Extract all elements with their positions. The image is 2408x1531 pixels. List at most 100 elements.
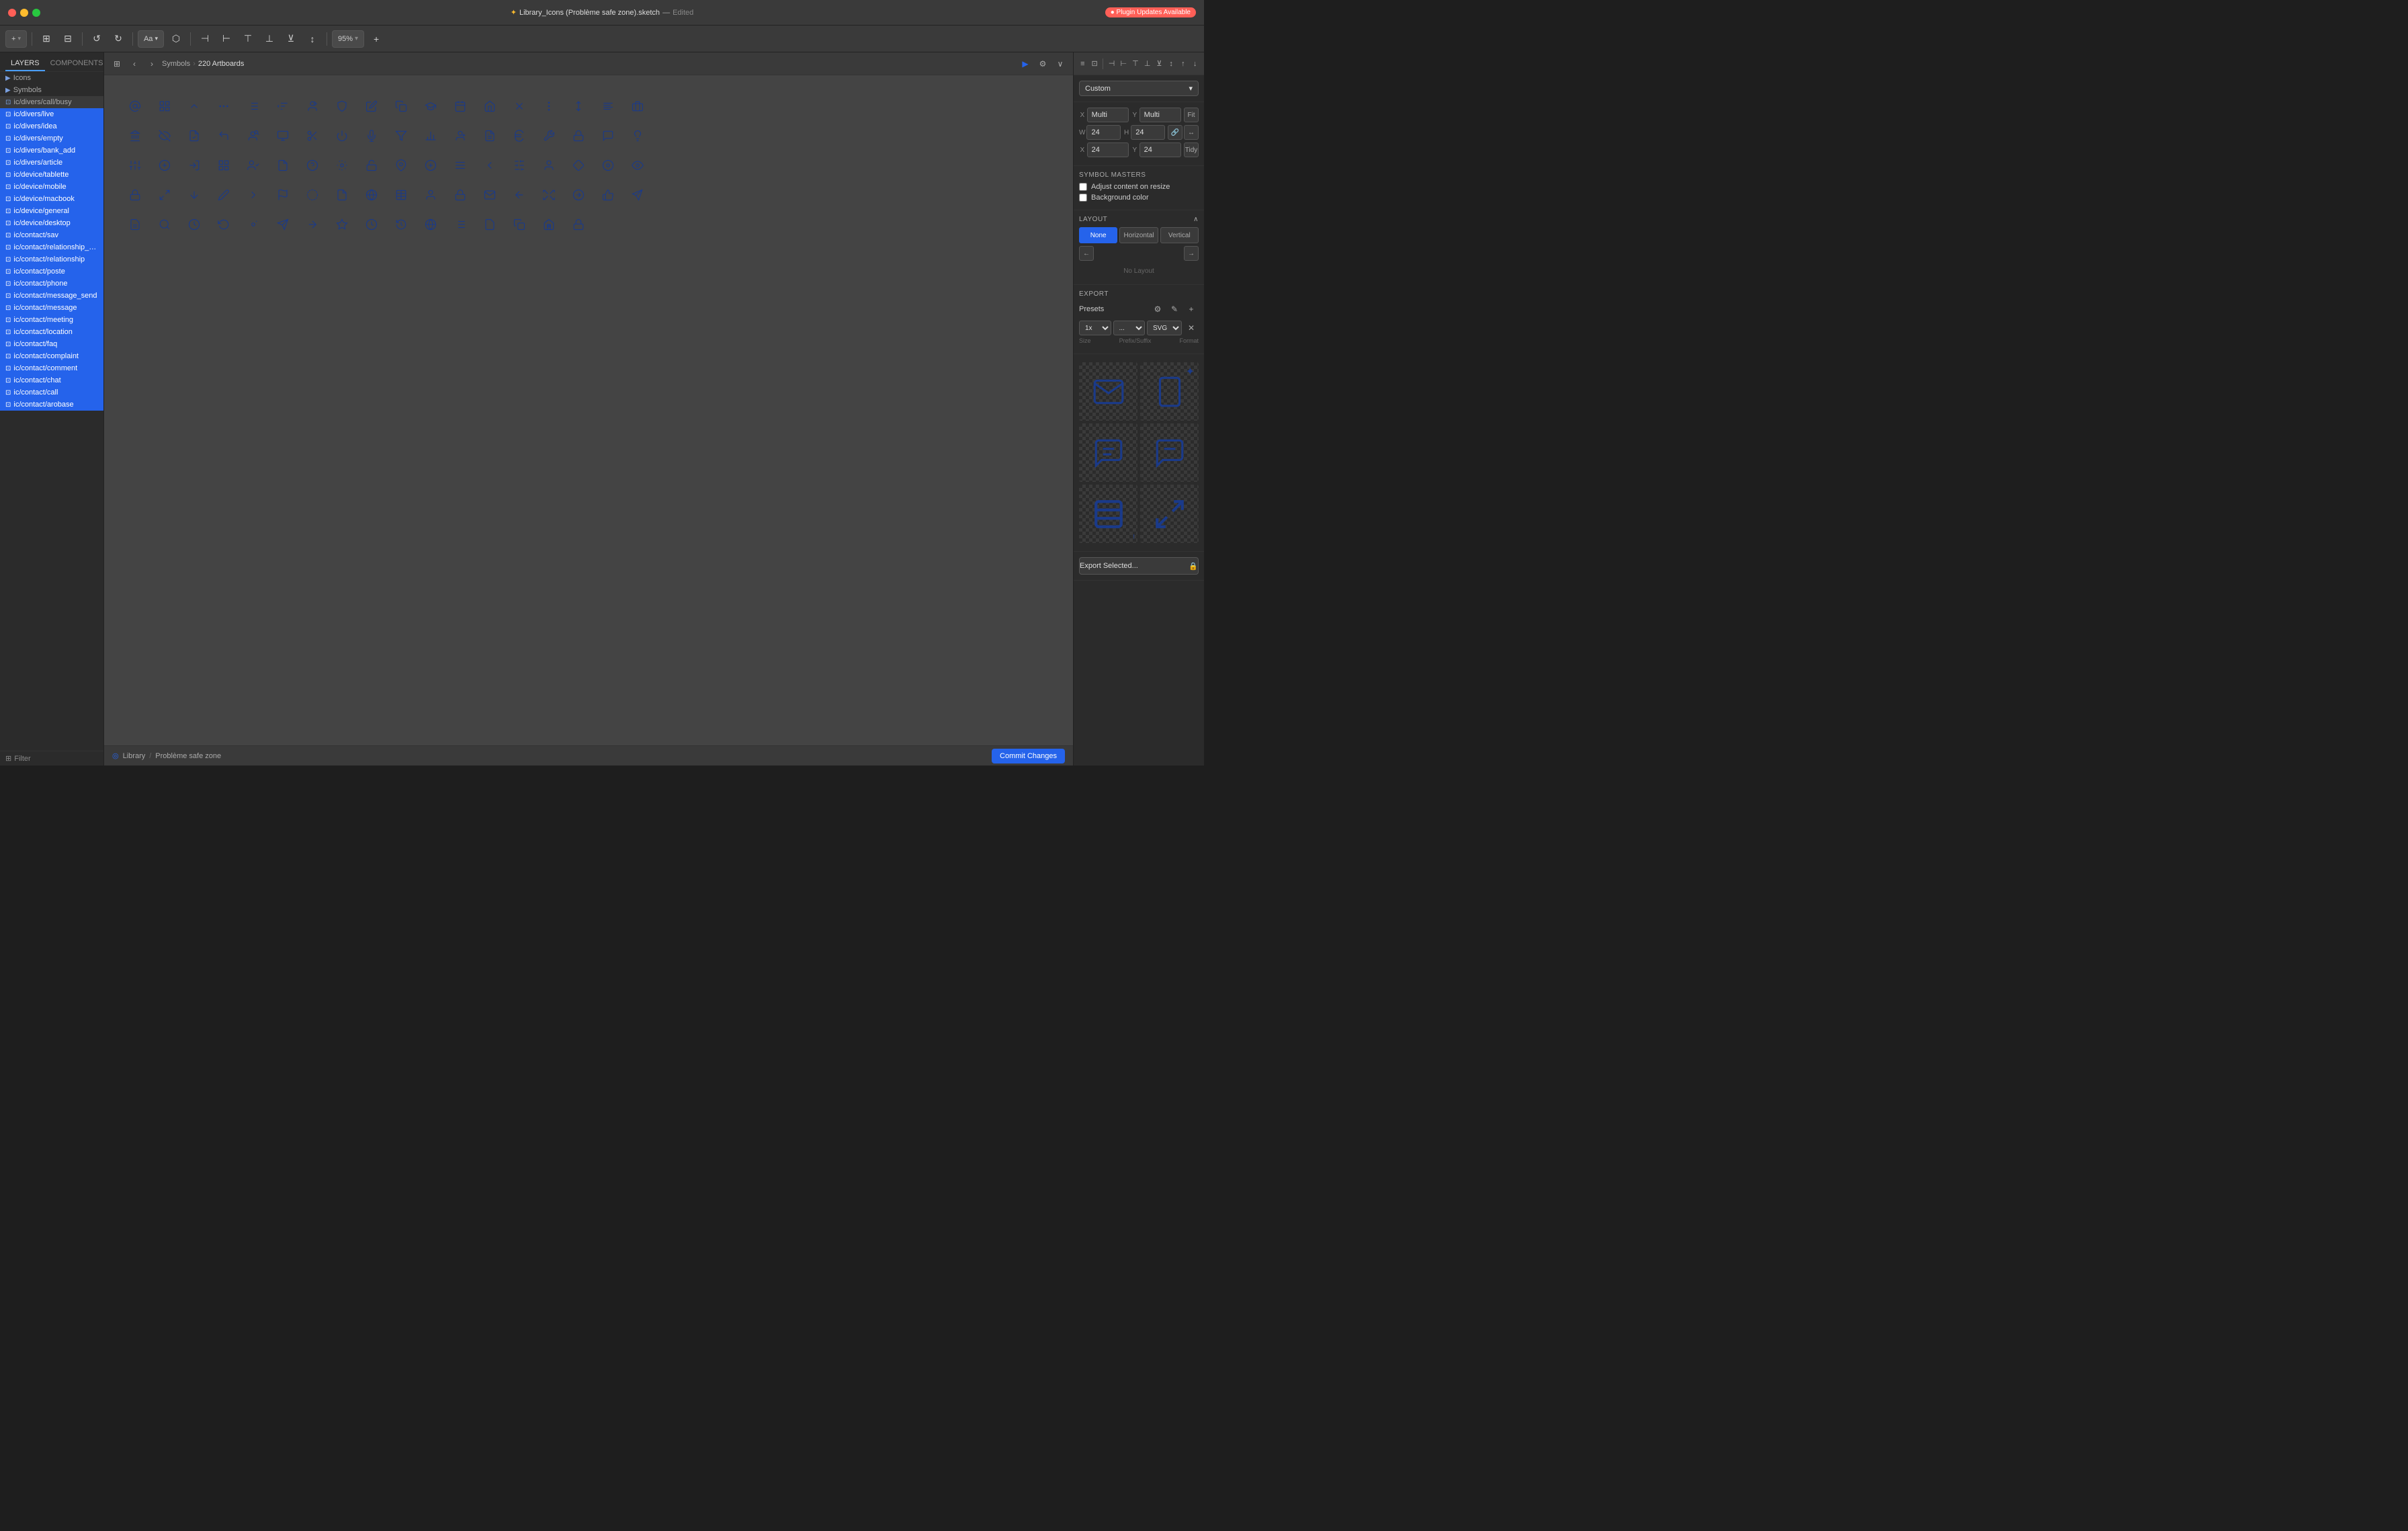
rotate-button[interactable]: ↺	[87, 30, 106, 48]
layer-item-13[interactable]: ⊡ ic/contact/relationship	[0, 253, 103, 265]
icon-scissors[interactable]	[300, 124, 325, 148]
layer-item-22[interactable]: ⊡ ic/contact/comment	[0, 362, 103, 374]
icon-lock-3[interactable]	[123, 183, 147, 207]
icon-lock-5[interactable]	[566, 212, 591, 237]
icon-login[interactable]	[182, 153, 206, 177]
icon-wrench[interactable]	[537, 124, 561, 148]
icon-tool-2[interactable]	[330, 153, 354, 177]
layer-item-24[interactable]: ⊡ ic/contact/call	[0, 386, 103, 399]
icon-close[interactable]	[507, 94, 531, 118]
icon-power[interactable]	[330, 124, 354, 148]
filter-bar[interactable]: ⊞ Filter	[0, 751, 103, 766]
canvas-area[interactable]: ⊞ ‹ › Symbols › 220 Artboards ▶ ⚙ ∨	[104, 52, 1073, 766]
layer-item-20[interactable]: ⊡ ic/contact/faq	[0, 338, 103, 350]
align-mid-btn[interactable]: ⊻	[1154, 56, 1164, 71]
icon-down-arrow[interactable]	[182, 183, 206, 207]
icon-person-3[interactable]	[419, 183, 443, 207]
layer-item-2[interactable]: ⊡ ic/divers/idea	[0, 120, 103, 132]
icon-mail[interactable]	[478, 183, 502, 207]
icon-euro-2[interactable]	[300, 153, 325, 177]
icon-thumb-up[interactable]	[596, 183, 620, 207]
zoom-add[interactable]: +	[367, 30, 386, 48]
icon-person-2[interactable]	[537, 153, 561, 177]
icon-doc-5[interactable]	[507, 212, 531, 237]
icon-doc-list[interactable]	[448, 212, 472, 237]
align-bottom[interactable]: ↕	[303, 30, 322, 48]
icon-sort[interactable]	[271, 94, 295, 118]
icon-star[interactable]	[330, 212, 354, 237]
icon-pencil[interactable]	[212, 183, 236, 207]
export-edit-btn[interactable]: ✎	[1167, 302, 1182, 317]
remove-export-btn[interactable]: ✕	[1184, 321, 1199, 335]
icon-arrow-left[interactable]	[507, 183, 531, 207]
tab-layers[interactable]: LAYERS	[5, 56, 45, 71]
icon-globe[interactable]	[359, 183, 384, 207]
icon-expand[interactable]	[153, 183, 177, 207]
icon-history[interactable]	[389, 212, 413, 237]
align-top-btn[interactable]: ⊥	[1142, 56, 1152, 71]
layout-vertical-btn[interactable]: Vertical	[1160, 227, 1199, 243]
icon-dashed-circle[interactable]	[300, 183, 325, 207]
icon-person-plus[interactable]	[448, 124, 472, 148]
icon-menu-lines[interactable]	[448, 153, 472, 177]
nav-back[interactable]: ‹	[127, 56, 142, 71]
layer-item-12[interactable]: ⊡ ic/contact/relationship_remote	[0, 241, 103, 253]
icon-sort-arrows[interactable]	[566, 94, 591, 118]
add-button[interactable]: + ▾	[5, 30, 27, 48]
icon-sliders[interactable]	[123, 153, 147, 177]
layer-item-14[interactable]: ⊡ ic/contact/poste	[0, 265, 103, 278]
icon-more[interactable]	[212, 94, 236, 118]
icon-circle-arrow[interactable]	[566, 183, 591, 207]
layer-item-0[interactable]: ⊡ ic/divers/call/busy	[0, 96, 103, 108]
icon-grid-1[interactable]	[153, 94, 177, 118]
align-right-btn[interactable]: ⊤	[1131, 56, 1141, 71]
arrange-button[interactable]: ⊟	[58, 30, 77, 48]
canvas-chevron[interactable]: ∨	[1053, 56, 1068, 71]
icon-eye-hidden[interactable]	[153, 124, 177, 148]
align-center-btn[interactable]: ⊢	[1119, 56, 1129, 71]
icon-doc-4[interactable]	[478, 212, 502, 237]
icon-suitcase[interactable]	[626, 94, 650, 118]
icon-table[interactable]	[389, 183, 413, 207]
icon-bank[interactable]	[123, 124, 147, 148]
layer-item-4[interactable]: ⊡ ic/divers/bank_add	[0, 144, 103, 157]
icon-plane[interactable]	[626, 183, 650, 207]
icon-chart[interactable]	[419, 124, 443, 148]
icon-send[interactable]	[271, 212, 295, 237]
layer-item-11[interactable]: ⊡ ic/contact/sav	[0, 229, 103, 241]
icon-circle-dot[interactable]	[596, 153, 620, 177]
nav-forward[interactable]: ›	[144, 56, 159, 71]
align-center-h[interactable]: ⊢	[217, 30, 236, 48]
icon-filter-arrow[interactable]	[389, 124, 413, 148]
fit-button[interactable]: Fit	[1184, 108, 1199, 122]
icon-plus-circle[interactable]	[153, 153, 177, 177]
icon-mic[interactable]	[359, 124, 384, 148]
icon-doc-2[interactable]	[271, 153, 295, 177]
icon-person-check[interactable]	[241, 153, 265, 177]
layer-item-19[interactable]: ⊡ ic/contact/location	[0, 326, 103, 338]
align-right[interactable]: ⊤	[239, 30, 257, 48]
text-size-button[interactable]: Aa ▾	[138, 30, 164, 48]
y2-input[interactable]	[1140, 142, 1181, 157]
icon-eye[interactable]	[626, 153, 650, 177]
icon-clock-2[interactable]	[359, 212, 384, 237]
icon-plus-circle-2[interactable]	[419, 153, 443, 177]
lock-ratio-btn[interactable]: 🔗	[1168, 125, 1182, 140]
layer-item-6[interactable]: ⊡ ic/device/tablette	[0, 169, 103, 181]
layer-item-16[interactable]: ⊡ ic/contact/message_send	[0, 290, 103, 302]
icon-monitor[interactable]	[271, 124, 295, 148]
layer-item-9[interactable]: ⊡ ic/device/general	[0, 205, 103, 217]
layer-item-symbols[interactable]: ▶ Symbols	[0, 84, 103, 96]
inspector-list-btn[interactable]: ≡	[1078, 56, 1088, 71]
layer-item-15[interactable]: ⊡ ic/contact/phone	[0, 278, 103, 290]
icon-graduate[interactable]	[419, 94, 443, 118]
icon-home-lock[interactable]	[537, 212, 561, 237]
layer-item-7[interactable]: ⊡ ic/device/mobile	[0, 181, 103, 193]
breadcrumb-symbols[interactable]: Symbols	[162, 60, 190, 68]
minimize-button[interactable]	[20, 9, 28, 17]
inspector-grid-btn[interactable]: ⊡	[1090, 56, 1100, 71]
icon-doc-lines-2[interactable]	[123, 212, 147, 237]
w-input[interactable]	[1086, 125, 1121, 140]
plugin-badge[interactable]: ● Plugin Updates Available	[1105, 7, 1196, 17]
icon-at[interactable]	[123, 94, 147, 118]
